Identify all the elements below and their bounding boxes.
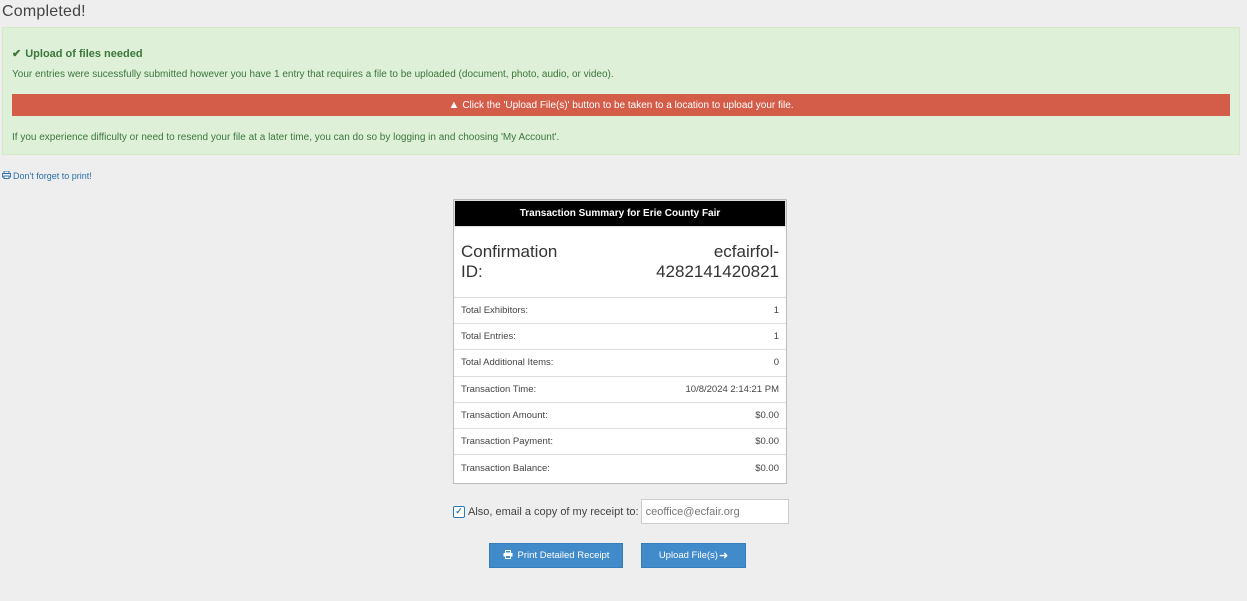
summary-row-payment: Transaction Payment: $0.00 xyxy=(454,429,786,456)
alert-heading-text: Upload of files needed xyxy=(25,48,143,60)
summary-row-value: $0.00 xyxy=(755,462,779,474)
summary-row-exhibitors: Total Exhibitors: 1 xyxy=(454,298,786,325)
confirmation-id: ecfairfol- 4282141420821 xyxy=(656,242,779,282)
confirmation-row: Confirmation ID: ecfairfol- 428214142082… xyxy=(454,227,786,298)
confirmation-id-line1: ecfairfol- xyxy=(713,242,779,261)
summary-row-amount: Transaction Amount: $0.00 xyxy=(454,403,786,429)
email-receipt-row: ✓ Also, email a copy of my receipt to: xyxy=(453,499,789,524)
transaction-summary: Transaction Summary for Erie County Fair… xyxy=(453,199,787,484)
upload-needed-alert: ✔ Upload of files needed Your entries wer… xyxy=(2,27,1240,155)
confirmation-id-line2: 4282141420821 xyxy=(656,262,779,281)
alert-message: Your entries were sucessfully submitted … xyxy=(12,69,614,80)
upload-files-button[interactable]: Upload File(s) ➜ xyxy=(641,543,746,568)
warning-triangle-icon: ▲ xyxy=(448,99,460,111)
summary-row-label: Transaction Time: xyxy=(461,383,537,395)
summary-row-label: Transaction Amount: xyxy=(461,409,548,421)
page-title: Completed! xyxy=(2,3,86,20)
summary-row-time: Transaction Time: 10/8/2024 2:14:21 PM xyxy=(454,377,786,403)
alert-heading: ✔ Upload of files needed xyxy=(12,47,143,60)
printer-icon xyxy=(503,549,513,562)
print-detailed-receipt-button[interactable]: Print Detailed Receipt xyxy=(489,543,623,568)
summary-row-additional-items: Total Additional Items: 0 xyxy=(454,350,786,377)
summary-row-value: $0.00 xyxy=(755,436,779,448)
email-receipt-checkbox[interactable]: ✓ xyxy=(453,505,465,518)
printer-icon xyxy=(2,170,11,181)
confirmation-label-line2: ID: xyxy=(461,262,483,281)
alert-help-message: If you experience difficulty or need to … xyxy=(12,132,560,143)
summary-row-value: 10/8/2024 2:14:21 PM xyxy=(685,383,780,395)
warning-text: Click the 'Upload File(s)' button to be … xyxy=(462,99,794,111)
email-receipt-input[interactable] xyxy=(640,499,789,524)
summary-row-value: $0.00 xyxy=(755,409,779,421)
check-icon: ✔ xyxy=(12,48,22,60)
summary-header: Transaction Summary for Erie County Fair xyxy=(454,200,786,227)
summary-row-label: Total Additional Items: xyxy=(461,357,554,369)
page: Completed! ✔ Upload of files needed Your … xyxy=(0,0,1247,601)
arrow-right-icon: ➜ xyxy=(718,550,729,562)
upload-files-label: Upload File(s) xyxy=(658,550,718,561)
summary-row-balance: Transaction Balance: $0.00 xyxy=(454,455,786,481)
print-detailed-receipt-label: Print Detailed Receipt xyxy=(517,550,610,561)
summary-row-entries: Total Entries: 1 xyxy=(454,324,786,351)
summary-row-value: 0 xyxy=(773,357,779,369)
upload-warning-bar: ▲ Click the 'Upload File(s)' button to be… xyxy=(12,94,1230,116)
summary-row-value: 1 xyxy=(773,331,779,343)
print-reminder-link[interactable]: Don't forget to print! xyxy=(2,170,92,181)
confirmation-label-line1: Confirmation xyxy=(461,242,558,261)
print-reminder-text: Don't forget to print! xyxy=(13,171,92,181)
summary-row-value: 1 xyxy=(773,305,779,317)
summary-row-label: Total Entries: xyxy=(461,331,516,343)
email-receipt-label: Also, email a copy of my receipt to: xyxy=(468,505,639,518)
summary-row-label: Transaction Payment: xyxy=(461,436,554,448)
summary-row-label: Total Exhibitors: xyxy=(461,305,529,317)
confirmation-label: Confirmation ID: xyxy=(461,242,557,282)
summary-row-label: Transaction Balance: xyxy=(461,462,550,474)
